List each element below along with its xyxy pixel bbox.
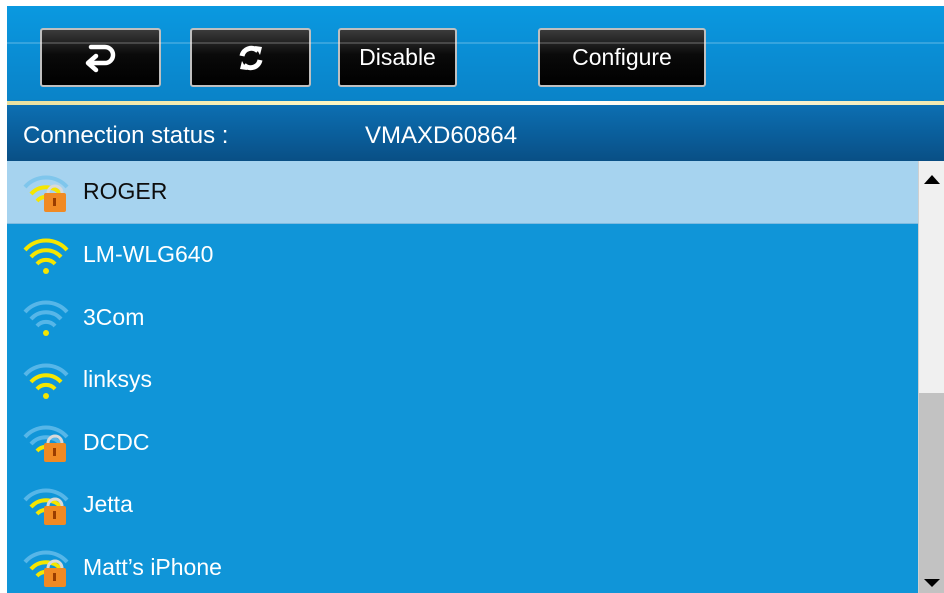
scroll-down-button[interactable] <box>919 575 944 593</box>
wifi-screen: Disable Configure Connection status : VM… <box>7 6 944 593</box>
wifi-strong-icon <box>22 236 72 276</box>
network-row-3com[interactable]: 3Com <box>7 286 918 349</box>
network-row-dcdc[interactable]: DCDC <box>7 411 918 474</box>
network-row-jetta[interactable]: Jetta <box>7 474 918 537</box>
network-ssid: 3Com <box>83 303 145 330</box>
toolbar: Disable Configure <box>7 6 944 101</box>
triangle-up-icon <box>922 172 942 190</box>
configure-label: Configure <box>572 44 672 70</box>
network-ssid: Jetta <box>83 491 133 518</box>
refresh-button[interactable] <box>190 28 311 87</box>
wifi-locked-icon <box>22 173 72 213</box>
wifi-medium-icon <box>22 361 72 401</box>
disable-button[interactable]: Disable <box>338 28 457 87</box>
connection-status-value: VMAXD60864 <box>365 122 518 149</box>
connection-status-label: Connection status : <box>23 122 229 149</box>
connection-status-bar: Connection status : VMAXD60864 <box>7 105 944 161</box>
disable-label: Disable <box>359 44 436 70</box>
wifi-locked-icon <box>22 548 72 588</box>
network-row-linksys[interactable]: linksys <box>7 349 918 412</box>
network-ssid: linksys <box>83 366 153 393</box>
wifi-locked-icon <box>22 486 72 526</box>
refresh-icon <box>236 43 266 73</box>
back-button[interactable] <box>40 28 161 87</box>
network-row-roger[interactable]: ROGER <box>7 161 918 224</box>
triangle-down-icon <box>922 575 942 593</box>
network-row-lm-wlg640[interactable]: LM-WLG640 <box>7 224 918 287</box>
scroll-up-button[interactable] <box>919 161 944 201</box>
wifi-network-list: ROGER LM-WLG640 3Com linksys DCDC Jetta … <box>7 161 918 593</box>
network-ssid: Matt’s iPhone <box>83 553 222 580</box>
network-ssid: DCDC <box>83 428 150 455</box>
network-row-matts-iphone[interactable]: Matt’s iPhone <box>7 536 918 593</box>
back-arrow-icon <box>83 43 119 73</box>
list-scrollbar[interactable] <box>918 161 944 593</box>
network-ssid: ROGER <box>83 178 168 205</box>
network-ssid: LM-WLG640 <box>83 241 214 268</box>
wifi-weak-icon <box>22 298 72 338</box>
configure-button[interactable]: Configure <box>538 28 706 87</box>
scroll-thumb[interactable] <box>919 393 944 593</box>
wifi-locked-icon <box>22 423 72 463</box>
